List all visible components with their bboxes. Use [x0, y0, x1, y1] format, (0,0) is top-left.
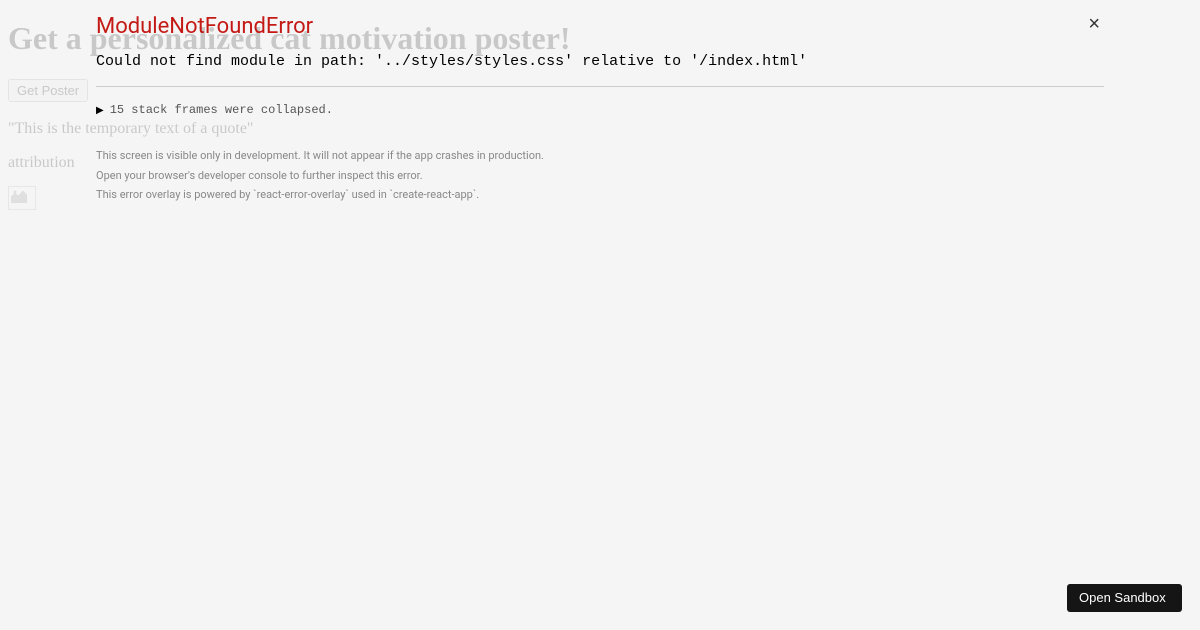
open-sandbox-button[interactable]: Open Sandbox	[1067, 584, 1182, 612]
dev-info-block: This screen is visible only in developme…	[96, 147, 1104, 204]
info-line: This screen is visible only in developme…	[96, 147, 1104, 165]
error-name: ModuleNotFoundError	[96, 14, 1104, 39]
info-line: This error overlay is powered by `react-…	[96, 186, 1104, 204]
stack-frames-label: 15 stack frames were collapsed.	[110, 103, 333, 117]
error-overlay: × ModuleNotFoundError Could not find mod…	[0, 0, 1200, 630]
close-button[interactable]: ×	[1088, 14, 1100, 34]
divider	[96, 86, 1104, 87]
error-message: Could not find module in path: '../style…	[96, 53, 1104, 70]
expand-triangle-icon: ▶	[96, 105, 104, 116]
info-line: Open your browser's developer console to…	[96, 167, 1104, 185]
stack-frames-toggle[interactable]: ▶ 15 stack frames were collapsed.	[96, 103, 1104, 117]
